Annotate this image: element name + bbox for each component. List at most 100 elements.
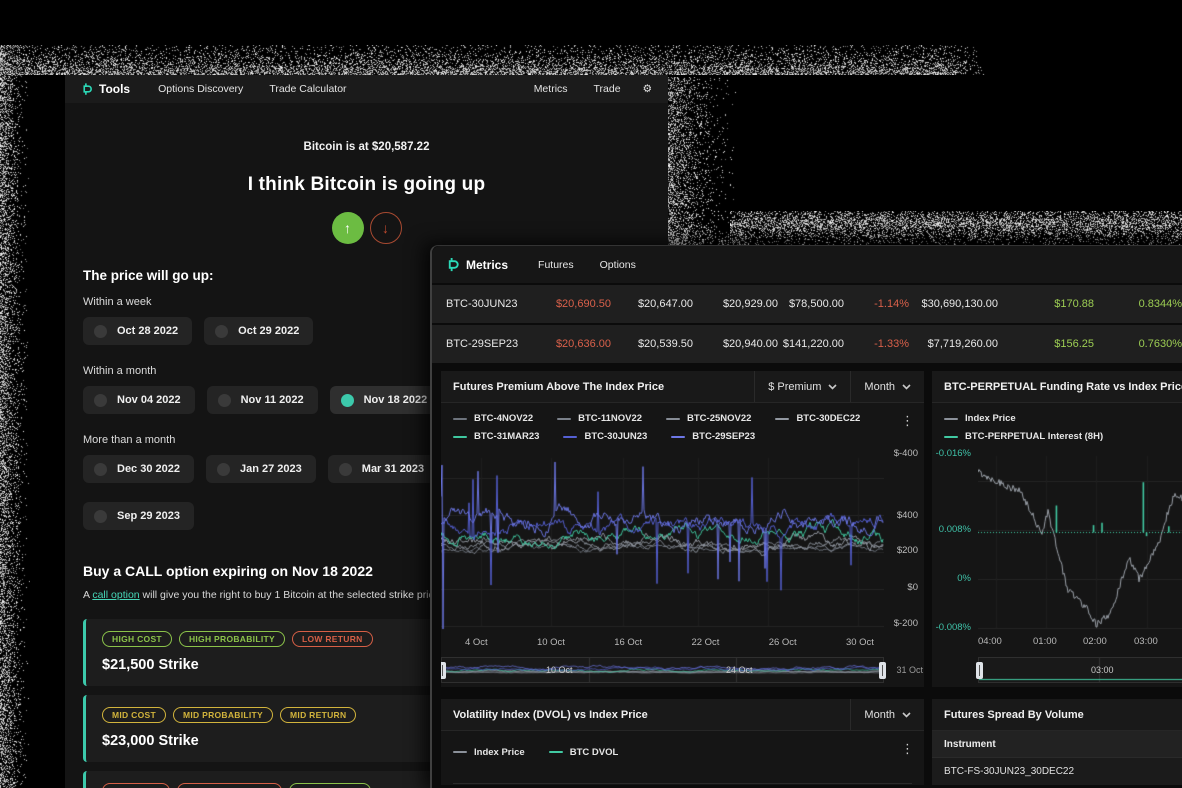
date-option-button[interactable]: Oct 29 2022 <box>204 317 313 345</box>
tools-brand-label: Tools <box>99 82 130 96</box>
legend-swatch <box>549 751 563 753</box>
chevron-down-icon <box>902 384 911 390</box>
cell-premium: $170.88 <box>998 298 1094 310</box>
metrics-header: Metrics Futures Options <box>432 246 1182 283</box>
cell-open-interest: $7,719,260.00 <box>909 338 998 350</box>
legend-item[interactable]: BTC-PERPETUAL Interest (8H) <box>944 431 1103 442</box>
radio-icon <box>94 394 107 407</box>
legend-item[interactable]: BTC DVOL <box>549 741 619 763</box>
radio-icon <box>94 510 107 523</box>
funding-chart[interactable] <box>978 448 1182 633</box>
y-tick-label: $-400 <box>894 448 918 459</box>
date-option-label: Oct 28 2022 <box>117 325 178 337</box>
legend-item[interactable]: BTC-25NOV22 <box>666 413 751 424</box>
metrics-tab[interactable]: Futures <box>538 259 574 271</box>
metrics-brand-label: Metrics <box>466 258 508 272</box>
down-arrow-icon: ↓ <box>382 220 389 236</box>
navigator-left-handle[interactable] <box>441 662 446 679</box>
y-tick-label: $200 <box>897 545 918 556</box>
x-tick-label: 03:00 <box>1134 636 1158 647</box>
premium-chart[interactable] <box>441 448 884 633</box>
metrics-tab[interactable]: Options <box>600 259 636 271</box>
date-option-button[interactable]: Mar 31 2023 <box>328 455 438 483</box>
legend-label: BTC-4NOV22 <box>474 413 533 424</box>
tools-nav-item[interactable]: Trade Calculator <box>269 83 346 95</box>
cell-ask: $20,929.00 <box>693 298 778 310</box>
legend-item[interactable]: BTC-11NOV22 <box>557 413 642 424</box>
navigator-end-label: 31 Oct <box>896 665 923 675</box>
legend-item[interactable]: Index Price <box>453 741 525 763</box>
dropdown-control[interactable]: $ Premium <box>754 371 850 402</box>
date-option-button[interactable]: Nov 04 2022 <box>83 386 195 414</box>
tools-nav-item[interactable]: Options Discovery <box>158 83 243 95</box>
navigator-left-handle[interactable] <box>976 662 983 679</box>
kebab-menu-icon[interactable]: ⋮ <box>901 741 914 757</box>
legend-item[interactable]: BTC-29SEP23 <box>671 431 755 442</box>
legend-swatch <box>944 418 958 420</box>
direction-down-button[interactable]: ↓ <box>370 212 402 244</box>
y-tick-label: 0.008% <box>939 524 971 535</box>
tools-brand: Tools <box>81 82 130 96</box>
date-option-button[interactable]: Sep 29 2023 <box>83 502 194 530</box>
date-options-more: Dec 30 2022 Jan 27 2023 Mar 31 2023 Sep … <box>83 455 443 537</box>
date-option-button[interactable]: Nov 18 2022 <box>330 386 442 414</box>
noise-texture <box>0 45 30 788</box>
futures-spread-panel: Futures Spread By Volume Instrument BTC-… <box>932 699 1182 785</box>
x-tick-label: 10 Oct <box>537 637 565 648</box>
legend-label: BTC-31MAR23 <box>474 431 539 442</box>
gear-icon[interactable]: ⚙ <box>643 83 652 95</box>
navigator-right-handle[interactable] <box>879 662 886 679</box>
cell-last-price: $20,690.50 <box>539 298 611 310</box>
tools-nav-item[interactable]: Metrics <box>534 83 568 95</box>
date-option-button[interactable]: Nov 11 2022 <box>207 386 318 414</box>
kebab-menu-icon[interactable]: ⋮ <box>901 413 914 429</box>
funding-rate-panel: BTC-PERPETUAL Funding Rate vs Index Pric… <box>932 371 1182 687</box>
date-option-label: Nov 11 2022 <box>241 394 304 406</box>
chevron-down-icon <box>902 712 911 718</box>
direction-up-button[interactable]: ↑ <box>332 212 364 244</box>
legend-item[interactable]: BTC-30DEC22 <box>775 413 860 424</box>
date-option-button[interactable]: Dec 30 2022 <box>83 455 194 483</box>
tools-nav-item[interactable]: Trade <box>594 83 621 95</box>
premium-controls: $ Premium Month <box>754 371 924 402</box>
dropdown-control[interactable]: Month <box>850 699 924 730</box>
noise-texture <box>730 211 1182 245</box>
badge-probability: LOW PROBABILITY <box>177 783 281 788</box>
cell-volume: $141,220.00 <box>778 338 844 350</box>
legend-swatch <box>557 418 571 420</box>
date-option-button[interactable]: Jan 27 2023 <box>206 455 316 483</box>
cell-open-interest: $30,690,130.00 <box>909 298 998 310</box>
spread-row[interactable]: BTC-FS-30JUN23_30DEC22 <box>932 758 1182 785</box>
legend-swatch <box>944 436 958 438</box>
legend-label: Index Price <box>474 747 525 758</box>
date-option-label: Nov 04 2022 <box>117 394 181 406</box>
premium-range-navigator[interactable]: 10 Oct 24 Oct 31 Oct <box>441 657 884 683</box>
metrics-window: Metrics Futures Options BTC-30JUN23 $20,6… <box>430 245 1182 788</box>
cell-change: -1.33% <box>844 338 909 350</box>
date-option-button[interactable]: Oct 28 2022 <box>83 317 192 345</box>
radio-icon <box>215 325 228 338</box>
legend-item[interactable]: Index Price <box>944 413 1016 424</box>
panel-title: Futures Premium Above The Index Price <box>441 381 664 393</box>
cell-change: -1.14% <box>844 298 909 310</box>
radio-icon <box>218 394 231 407</box>
navigator-label: 24 Oct <box>726 665 753 675</box>
dvol-legend: ⋮ Index Price BTC DVOL <box>441 731 924 769</box>
legend-label: BTC-25NOV22 <box>687 413 751 424</box>
navigator-label: 10 Oct <box>546 665 573 675</box>
dropdown-value: $ Premium <box>768 381 821 393</box>
legend-label: Index Price <box>965 413 1016 424</box>
badge-probability: MID PROBABILITY <box>173 707 273 723</box>
dropdown-control[interactable]: Month <box>850 371 924 402</box>
radio-icon <box>217 463 230 476</box>
tools-nav: Options Discovery Trade Calculator <box>158 83 346 95</box>
x-tick-label: 26 Oct <box>769 637 797 648</box>
legend-item[interactable]: BTC-31MAR23 <box>453 431 539 442</box>
futures-table-row[interactable]: BTC-30JUN23 $20,690.50 $20,647.00 $20,92… <box>432 283 1182 323</box>
futures-table-row[interactable]: BTC-29SEP23 $20,636.00 $20,539.50 $20,94… <box>432 323 1182 363</box>
funding-range-navigator[interactable]: 03:00 <box>978 657 1182 683</box>
call-option-link[interactable]: call option <box>92 589 139 601</box>
legend-item[interactable]: BTC-4NOV22 <box>453 413 533 424</box>
call-para-pre: A <box>83 589 92 601</box>
legend-item[interactable]: BTC-30JUN23 <box>563 431 647 442</box>
